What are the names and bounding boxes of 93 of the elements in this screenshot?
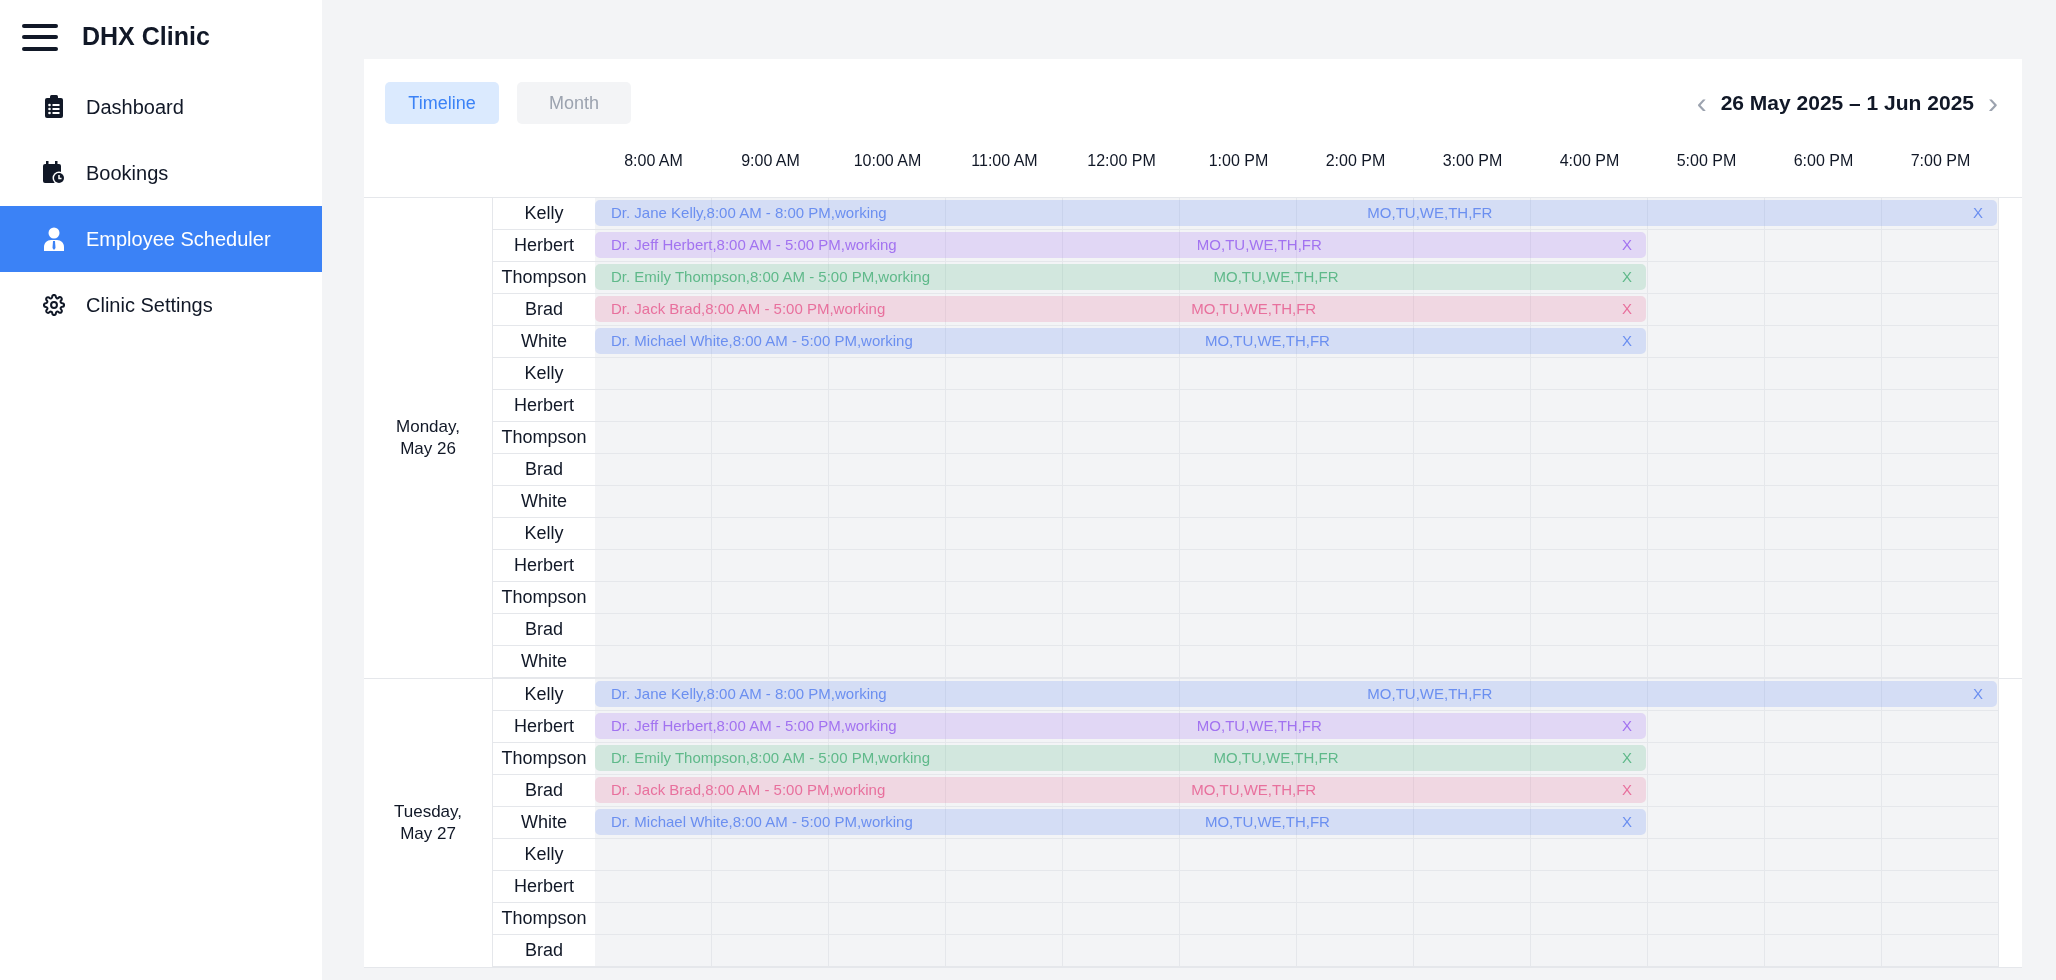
remove-button[interactable]: X <box>1622 233 1632 257</box>
clipboard-icon <box>42 95 66 119</box>
remove-button[interactable]: X <box>1622 329 1632 353</box>
employee-name: Thompson <box>501 747 587 770</box>
remove-button[interactable]: X <box>1622 778 1632 802</box>
view-tab[interactable]: Timeline <box>385 82 499 124</box>
employee-name: White <box>521 490 567 513</box>
shift-bar[interactable]: Dr. Jeff Herbert,8:00 AM - 5:00 PM,working MO,TU,WE,TH,FR X <box>595 713 1646 739</box>
weekday-list: MO,TU,WE,TH,FR <box>1367 682 1493 706</box>
employee-name: Thompson <box>501 266 587 289</box>
time-label: 4:00 PM <box>1559 150 1620 171</box>
shift-bar[interactable]: Dr. Jack Brad,8:00 AM - 5:00 PM,working MO,TU,WE,TH,FR X <box>595 296 1646 322</box>
shift-bar[interactable]: Dr. Jack Brad,8:00 AM - 5:00 PM,working MO,TU,WE,TH,FR X <box>595 777 1646 803</box>
employee-name: White <box>521 330 567 353</box>
time-label: 2:00 PM <box>1325 150 1386 171</box>
remove-button[interactable]: X <box>1973 201 1983 225</box>
person-icon <box>42 227 66 251</box>
employee-name: White <box>521 650 567 673</box>
weekday-list: MO,TU,WE,TH,FR <box>1213 746 1339 770</box>
day-label: Monday, May 26 <box>395 416 461 460</box>
employee-name: Herbert <box>514 554 574 577</box>
shift-bar[interactable]: Dr. Jane Kelly,8:00 AM - 8:00 PM,working MO,TU,WE,TH,FR X <box>595 681 1997 707</box>
remove-button[interactable]: X <box>1622 297 1632 321</box>
shift-bar[interactable]: Dr. Jeff Herbert,8:00 AM - 5:00 PM,working MO,TU,WE,TH,FR X <box>595 232 1646 258</box>
shift-text: Dr. Michael White,8:00 AM - 5:00 PM,working <box>611 330 913 351</box>
shift-text: Dr. Jack Brad,8:00 AM - 5:00 PM,working <box>611 779 886 800</box>
employee-name: Kelly <box>524 522 564 545</box>
employee-name: Brad <box>525 618 563 641</box>
time-label: 3:00 PM <box>1442 150 1503 171</box>
employee-name: Thompson <box>501 426 587 449</box>
remove-button[interactable]: X <box>1622 810 1632 834</box>
weekday-list: MO,TU,WE,TH,FR <box>1213 265 1339 289</box>
time-label: 1:00 PM <box>1208 150 1269 171</box>
remove-button[interactable]: X <box>1621 746 1632 770</box>
time-label: 8:00 AM <box>624 150 683 171</box>
previous-button[interactable]: ‹ <box>1696 88 1707 118</box>
shift-text: Dr. Jane Kelly,8:00 AM - 8:00 PM,working <box>611 683 887 704</box>
employee-name: Thompson <box>501 907 587 930</box>
weekday-list: MO,TU,WE,TH,FR <box>1204 810 1330 834</box>
sidebar-item[interactable]: Bookings <box>0 140 322 206</box>
employee-name: Herbert <box>514 875 574 898</box>
shift-bar[interactable]: Dr. Emily Thompson,8:00 AM - 5:00 PM,working MO,TU,WE,TH,FR X <box>595 264 1646 290</box>
sidebar-item[interactable]: Dashboard <box>0 74 322 140</box>
employee-name: Herbert <box>514 715 574 738</box>
employee-name: Brad <box>525 298 563 321</box>
day-label: Tuesday, May 27 <box>392 801 463 845</box>
sidebar-item[interactable]: Employee Scheduler <box>0 206 322 272</box>
time-label: 12:00 PM <box>1087 150 1156 171</box>
shift-text: Dr. Michael White,8:00 AM - 5:00 PM,working <box>611 811 913 832</box>
shift-bar[interactable]: Dr. Michael White,8:00 AM - 5:00 PM,working MO,TU,WE,TH,FR X <box>595 809 1646 835</box>
time-label: 10:00 AM <box>853 150 922 171</box>
employee-name: Kelly <box>524 843 564 866</box>
calendar-clock-icon <box>42 161 66 185</box>
employee-name: Brad <box>525 458 563 481</box>
shift-text: Dr. Jeff Herbert,8:00 AM - 5:00 PM,working <box>611 234 897 255</box>
remove-button[interactable]: X <box>1973 682 1983 706</box>
employee-name: Herbert <box>514 394 574 417</box>
remove-button[interactable]: X <box>1621 265 1632 289</box>
weekday-list: MO,TU,WE,TH,FR <box>1367 201 1493 225</box>
weekday-list: MO,TU,WE,TH,FR <box>1196 714 1322 738</box>
next-button[interactable]: › <box>1988 88 1998 118</box>
time-label: 7:00 PM <box>1910 150 1971 171</box>
view-tab[interactable]: Month <box>517 82 631 124</box>
shift-text: Dr. Emily Thompson,8:00 AM - 5:00 PM,working <box>611 747 930 768</box>
time-label: 11:00 AM <box>971 150 1038 171</box>
employee-name: Kelly <box>524 362 564 385</box>
shift-bar[interactable]: Dr. Michael White,8:00 AM - 5:00 PM,working MO,TU,WE,TH,FR X <box>595 328 1646 354</box>
shift-text: Dr. Emily Thompson,8:00 AM - 5:00 PM,working <box>611 266 930 287</box>
remove-button[interactable]: X <box>1622 714 1632 738</box>
sidebar-item[interactable]: Clinic Settings <box>0 272 322 338</box>
weekday-list: MO,TU,WE,TH,FR <box>1191 297 1317 321</box>
date-range: 26 May 2025 – 1 Jun 2025 <box>1720 90 1974 117</box>
employee-name: Herbert <box>514 234 574 257</box>
weekday-list: MO,TU,WE,TH,FR <box>1196 233 1322 257</box>
employee-name: Kelly <box>524 202 564 225</box>
shift-text: Dr. Jeff Herbert,8:00 AM - 5:00 PM,working <box>611 715 897 736</box>
weekday-list: MO,TU,WE,TH,FR <box>1191 778 1317 802</box>
time-label: 5:00 PM <box>1676 150 1737 171</box>
shift-bar[interactable]: Dr. Jane Kelly,8:00 AM - 8:00 PM,working MO,TU,WE,TH,FR X <box>595 200 1997 226</box>
employee-name: White <box>521 811 567 834</box>
weekday-list: MO,TU,WE,TH,FR <box>1204 329 1330 353</box>
shift-bar[interactable]: Dr. Emily Thompson,8:00 AM - 5:00 PM,working MO,TU,WE,TH,FR X <box>595 745 1646 771</box>
menu-icon[interactable] <box>22 23 58 51</box>
shift-text: Dr. Jack Brad,8:00 AM - 5:00 PM,working <box>611 298 886 319</box>
employee-name: Brad <box>525 939 563 962</box>
settings-icon <box>42 294 66 316</box>
time-label: 6:00 PM <box>1793 150 1854 171</box>
employee-name: Brad <box>525 779 563 802</box>
shift-text: Dr. Jane Kelly,8:00 AM - 8:00 PM,working <box>611 202 887 223</box>
time-label: 9:00 AM <box>741 150 800 171</box>
app-title: DHX Clinic <box>82 21 210 53</box>
employee-name: Kelly <box>524 683 564 706</box>
employee-name: Thompson <box>501 586 587 609</box>
